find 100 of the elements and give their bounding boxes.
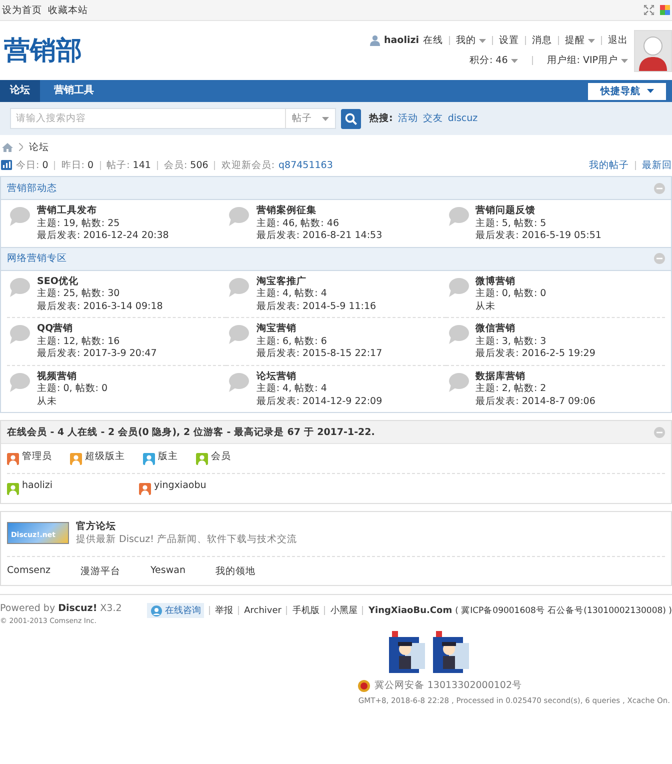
speech-bubble-icon	[9, 207, 30, 226]
online-user-link[interactable]: haolizi	[22, 480, 53, 491]
nav-tab[interactable]: 营销工具	[44, 80, 104, 102]
forum-name-link[interactable]: 论坛营销	[256, 370, 382, 383]
new-member-link[interactable]: q87451163	[278, 160, 333, 170]
online-summary: 在线会员 - 4 人在线 - 2 会员(0 隐身), 2 位游客 - 最高记录是 67 于 2017-1-22.	[7, 426, 375, 438]
forum-stats: 主题: 19, 帖数: 25	[37, 218, 121, 230]
stats-link[interactable]: 最新回	[642, 158, 672, 172]
forum-name-link[interactable]: 微博营销	[476, 276, 546, 288]
footer-link[interactable]: 手机版	[292, 604, 320, 617]
forum-name-link[interactable]: 淘宝营销	[256, 323, 382, 336]
breadcrumb-link[interactable]: 论坛	[29, 140, 49, 154]
chat-icon	[150, 604, 164, 616]
forum-last-post: 最后发表: 2016-12-24 20:38	[37, 230, 169, 242]
top-link[interactable]: 收藏本站	[48, 4, 88, 16]
forum-stats: 主题: 0, 帖数: 0	[476, 288, 546, 300]
caret-icon	[621, 58, 628, 62]
online-consult-button[interactable]: 在线咨询	[147, 603, 204, 618]
caret-icon	[510, 58, 518, 62]
stats-link[interactable]: 我的帖子	[589, 158, 629, 172]
speech-bubble-icon	[9, 372, 30, 392]
online-user-link[interactable]: yingxiaobu	[154, 480, 206, 491]
forum-last-post: 最后发表: 2015-8-15 22:17	[256, 348, 382, 360]
speech-bubble-icon	[228, 372, 250, 392]
forum-stats: 主题: 4, 帖数: 4	[256, 288, 328, 300]
user-icon	[370, 35, 380, 46]
site-logo[interactable]: 营销部	[4, 33, 82, 68]
speech-bubble-icon	[448, 207, 469, 226]
nav-tab[interactable]: 论坛	[0, 80, 40, 102]
forum-stats: 主题: 25, 帖数: 30	[37, 288, 121, 300]
forum-name-link[interactable]: 营销问题反馈	[476, 205, 602, 218]
search-button[interactable]	[341, 108, 361, 128]
forum-name-link[interactable]: 数据库营销	[476, 370, 596, 383]
welcome-label: 欢迎新会员:	[221, 158, 275, 172]
friend-link[interactable]: Yeswan	[150, 565, 186, 578]
caret-icon	[588, 38, 595, 42]
user-menu-link[interactable]: 退出	[608, 34, 628, 47]
police-record-link[interactable]: 冀公网安备 13013302000102号	[374, 679, 522, 692]
username-link[interactable]: haolizi	[384, 35, 419, 46]
stat-text: 会员: 506	[164, 158, 208, 172]
forum-last-post: 从未	[476, 300, 497, 313]
friend-link[interactable]: Comsenz	[7, 565, 51, 578]
hot-search-link[interactable]: discuz	[448, 113, 478, 124]
search-type-dropdown[interactable]: 帖子	[285, 109, 335, 128]
forum-last-post: 最后发表: 2016-5-19 05:51	[476, 230, 602, 242]
forum-name-link[interactable]: 视频营销	[37, 370, 108, 383]
forum-last-post: 最后发表: 2017-3-9 20:47	[37, 348, 157, 360]
footer-link[interactable]: 举报	[215, 604, 234, 617]
forum-last-post: 最后发表: 2014-5-9 11:16	[256, 300, 376, 313]
official-forum-description: 提供最新 Discuz! 产品新闻、软件下载与技术交流	[76, 533, 297, 546]
site-link[interactable]: YingXiaoBu.Com	[368, 606, 452, 616]
avatar[interactable]	[634, 30, 672, 72]
caret-icon	[479, 38, 486, 42]
speech-bubble-icon	[228, 325, 250, 344]
category-title[interactable]: 网络营销专区	[7, 252, 67, 265]
stat-text: 昨日: 0	[61, 158, 94, 172]
legend-label: 版主	[158, 450, 178, 463]
forum-last-post: 最后发表: 2014-12-9 22:09	[256, 396, 382, 408]
user-menu-link[interactable]: 设置	[499, 34, 519, 47]
official-forum-link[interactable]: 官方论坛	[76, 520, 297, 533]
hot-search-label: 热搜:	[369, 112, 393, 125]
forum-stats: 主题: 12, 帖数: 16	[37, 336, 121, 348]
speech-bubble-icon	[9, 325, 30, 344]
forum-stats: 主题: 4, 帖数: 4	[256, 383, 328, 396]
forum-stats: 主题: 5, 帖数: 5	[476, 218, 548, 230]
footer-link[interactable]: 小黑屋	[330, 604, 358, 617]
hot-search-link[interactable]: 交友	[422, 112, 443, 125]
forum-name-link[interactable]: 微信营销	[476, 323, 596, 336]
forum-name-link[interactable]: SEO优化	[37, 276, 163, 288]
forum-name-link[interactable]: 淘宝客推广	[256, 276, 376, 288]
palette-icon[interactable]	[660, 5, 670, 15]
home-icon[interactable]	[2, 142, 13, 152]
speech-bubble-icon	[448, 372, 469, 392]
user-menu-link[interactable]: 提醒	[565, 34, 595, 47]
police-badge-icon	[358, 680, 370, 692]
category-title[interactable]: 营销部动态	[7, 182, 57, 194]
expand-icon[interactable]	[644, 5, 654, 15]
hot-search-link[interactable]: 活动	[398, 112, 418, 125]
user-group-link[interactable]: 用户组: VIP用户	[546, 54, 628, 67]
stat-text: 帖子: 141	[106, 158, 151, 172]
powered-by-text: Powered by Discuz! X3.2	[0, 603, 122, 614]
forum-name-link[interactable]: QQ营销	[37, 323, 157, 336]
quick-nav-button[interactable]: 快捷导航	[588, 82, 666, 100]
forum-last-post: 从未	[37, 396, 58, 408]
speech-bubble-icon	[448, 278, 469, 296]
credits-link[interactable]: 积分: 46	[469, 54, 518, 67]
friend-link[interactable]: 漫游平台	[80, 565, 121, 578]
forum-stats: 主题: 0, 帖数: 0	[37, 383, 108, 396]
footer-link[interactable]: Archiver	[244, 606, 282, 616]
user-menu-link[interactable]: 我的	[456, 34, 486, 47]
forum-name-link[interactable]: 营销工具发布	[37, 205, 169, 218]
user-menu-link[interactable]: 消息	[532, 34, 552, 47]
search-field[interactable]: 请输入搜索内容 帖子	[10, 108, 336, 129]
friend-link[interactable]: 我的领地	[215, 565, 256, 578]
forum-stats: 主题: 46, 帖数: 46	[256, 218, 340, 230]
top-link[interactable]: 设为首页	[2, 4, 42, 16]
bar-chart-icon	[1, 160, 12, 170]
speech-bubble-icon	[448, 325, 469, 344]
forum-name-link[interactable]: 营销案例征集	[256, 205, 382, 218]
forum-stats: 主题: 3, 帖数: 3	[476, 336, 548, 348]
